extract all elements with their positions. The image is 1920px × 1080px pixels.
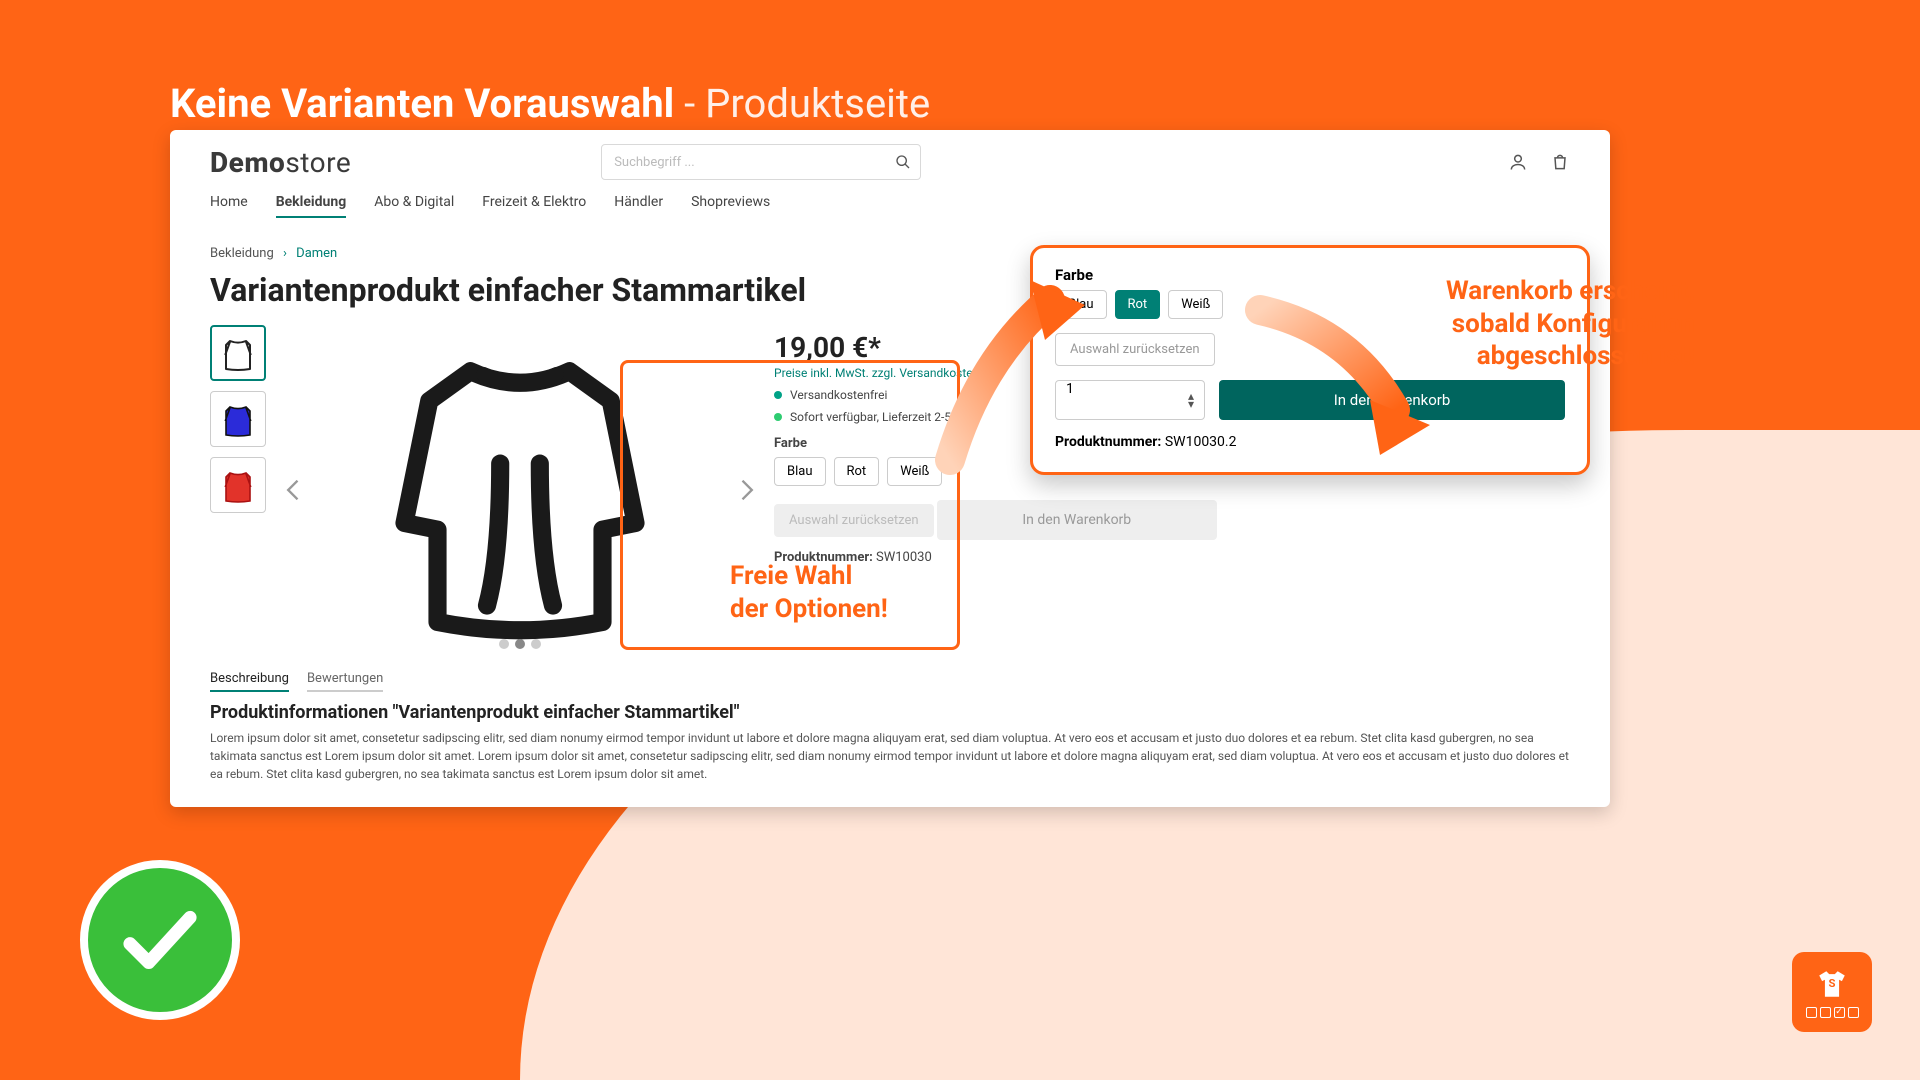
nav-item[interactable]: Händler — [614, 194, 663, 218]
store-header: Demostore — [210, 144, 1570, 180]
arrow-left-icon — [910, 260, 1090, 480]
color-option-button[interactable]: Rot — [834, 457, 880, 486]
shirt-icon: S — [1815, 967, 1849, 1001]
search-field-wrap — [601, 144, 921, 180]
gallery-next-icon[interactable] — [732, 476, 760, 504]
svg-text:S: S — [1829, 975, 1836, 989]
product-tabs: Beschreibung Bewertungen — [210, 671, 1570, 692]
breadcrumb-current[interactable]: Damen — [296, 246, 337, 261]
main-nav: Home Bekleidung Abo & Digital Freizeit & El… — [210, 194, 1570, 218]
product-info-title: Produktinformationen "Variantenprodukt e… — [210, 702, 1570, 723]
color-option-button[interactable]: Blau — [774, 457, 826, 486]
account-icon[interactable] — [1508, 152, 1528, 172]
reset-selection-button[interactable]: Auswahl zurücksetzen — [774, 504, 934, 537]
nav-item[interactable]: Freizeit & Elektro — [482, 194, 586, 218]
search-icon — [895, 154, 911, 170]
brand-badge: S — [1792, 952, 1872, 1032]
thumbnail-list — [210, 325, 266, 655]
product-gallery — [290, 325, 750, 655]
popup-color-option-button[interactable]: Weiß — [1168, 290, 1223, 319]
status-bullet-icon — [774, 391, 782, 399]
gallery-dots — [499, 639, 541, 649]
nav-item[interactable]: Shopreviews — [691, 194, 770, 218]
product-number-row: Produktnummer: SW10030 — [774, 550, 1570, 565]
annotation-right: Warenkorb erscheint,sobald Konfiguration… — [1365, 275, 1695, 373]
slide-title: Keine Varianten Vorauswahl - Produktseit… — [170, 80, 930, 127]
annotation-left: Freie Wahlder Optionen! — [730, 560, 888, 625]
thumbnail[interactable] — [210, 457, 266, 513]
popup-color-option-button[interactable]: Rot — [1115, 290, 1161, 319]
product-tab[interactable]: Bewertungen — [307, 671, 383, 692]
breadcrumb-parent[interactable]: Bekleidung — [210, 246, 274, 261]
nav-item[interactable]: Home — [210, 194, 248, 218]
slide-title-sub: - Produktseite — [674, 80, 930, 127]
gallery-prev-icon[interactable] — [280, 476, 308, 504]
add-to-cart-button[interactable]: In den Warenkorb — [937, 500, 1217, 540]
shipping-free-label: Versandkostenfrei — [790, 388, 887, 402]
thumbnail[interactable] — [210, 391, 266, 447]
search-input[interactable] — [601, 144, 921, 180]
slide-title-bold: Keine Varianten Vorauswahl — [170, 80, 674, 127]
nav-item[interactable]: Abo & Digital — [374, 194, 454, 218]
product-tab[interactable]: Beschreibung — [210, 671, 289, 692]
status-bullet-icon — [774, 413, 782, 421]
chevron-updown-icon: ▴▾ — [1188, 392, 1194, 408]
thumbnail[interactable] — [210, 325, 266, 381]
nav-item[interactable]: Bekleidung — [276, 194, 347, 218]
product-image — [355, 325, 685, 655]
chevron-right-icon: › — [283, 246, 287, 261]
brand-boxes-icon — [1806, 1007, 1859, 1018]
cart-icon[interactable] — [1550, 152, 1570, 172]
store-logo[interactable]: Demostore — [210, 146, 351, 179]
product-info-text: Lorem ipsum dolor sit amet, consetetur s… — [210, 729, 1570, 783]
success-check-badge — [80, 860, 240, 1020]
